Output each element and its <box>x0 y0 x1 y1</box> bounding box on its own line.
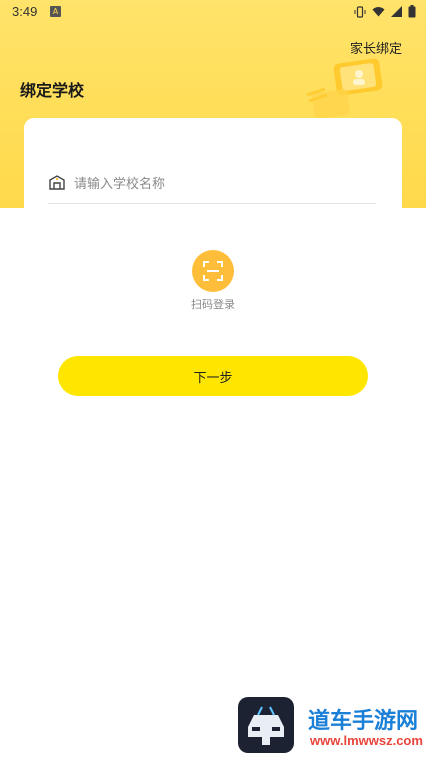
phone-illustration-icon <box>306 58 383 119</box>
parent-bind-link[interactable]: 家长绑定 <box>350 38 402 57</box>
status-time: 3:49 <box>12 4 38 19</box>
watermark-title: 道车手游网 <box>308 709 419 734</box>
wifi-icon <box>372 6 385 21</box>
watermark-url: www.lmwwsz.com <box>310 733 423 748</box>
watermark-logo-icon <box>238 697 294 753</box>
battery-icon <box>408 5 416 22</box>
school-building-icon <box>48 173 66 195</box>
status-icons <box>354 5 416 22</box>
scan-icon <box>203 261 223 281</box>
notification-icon: A <box>50 6 61 17</box>
status-bar: 3:49 A <box>0 0 426 26</box>
watermark: 道车手游网 www.lmwwsz.com <box>236 697 423 755</box>
signal-icon <box>391 6 402 21</box>
school-search-field[interactable] <box>48 165 376 204</box>
scan-login[interactable]: 扫码登录 <box>184 250 242 312</box>
page-title: 绑定学校 <box>20 81 85 100</box>
next-step-button[interactable]: 下一步 <box>58 356 368 396</box>
scan-login-label: 扫码登录 <box>191 298 235 311</box>
vibrate-icon <box>354 5 366 22</box>
school-name-input[interactable] <box>72 175 356 193</box>
scan-button[interactable] <box>192 250 234 292</box>
